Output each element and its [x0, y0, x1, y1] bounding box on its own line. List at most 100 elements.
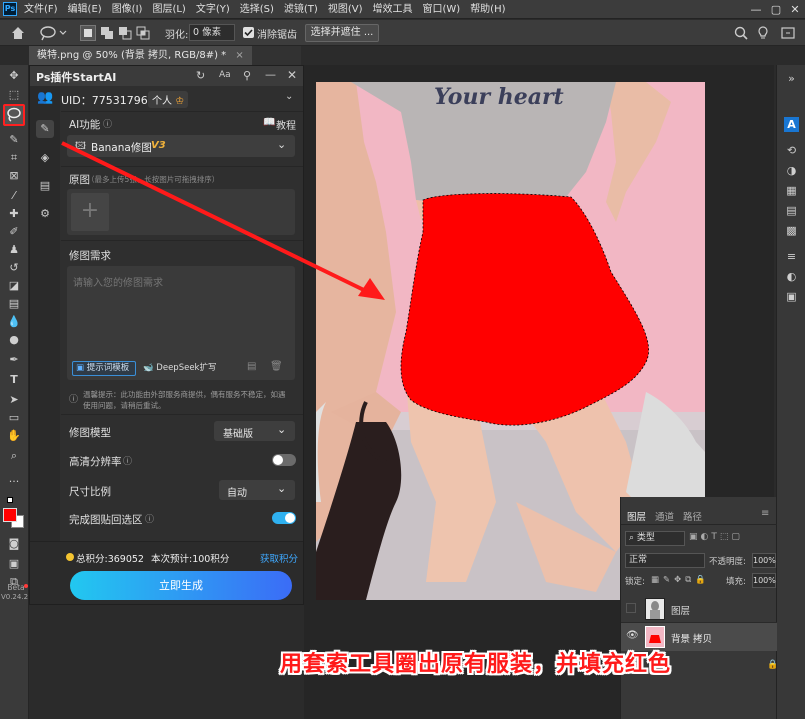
user-dropdown-icon[interactable]: ⌄ [285, 91, 293, 102]
libraries-panel-icon[interactable]: ▣ [784, 289, 799, 304]
info-icon[interactable]: ⓘ [123, 454, 132, 467]
more-tools-icon[interactable]: ··· [5, 473, 23, 491]
discover-icon[interactable] [756, 25, 770, 41]
trash-icon[interactable]: 🗑 [270, 361, 283, 372]
hd-resolution-toggle[interactable] [272, 454, 296, 466]
info-icon[interactable]: ⓘ [103, 117, 112, 130]
move-tool-icon[interactable]: ✥ [5, 67, 23, 85]
quick-select-icon[interactable]: ✎ [5, 131, 23, 149]
antialias-checkbox[interactable] [243, 27, 254, 38]
paste-back-toggle[interactable] [272, 512, 296, 524]
tab-layers[interactable]: 图层 [627, 509, 646, 523]
eyedropper-icon[interactable]: ⁄ [5, 187, 23, 205]
stamp-tool-icon[interactable]: ♟ [5, 241, 23, 259]
menu-edit[interactable]: 编辑(E) [68, 0, 102, 19]
patterns-panel-icon[interactable]: ▩ [784, 223, 799, 238]
path-select-icon[interactable]: ➤ [5, 391, 23, 409]
layers-nav-icon[interactable]: ◈ [36, 149, 54, 167]
minimize-panel-icon[interactable]: — [265, 68, 276, 81]
minimize-button[interactable]: — [747, 0, 765, 19]
layer-filter-icons[interactable]: ▣◐T⬚▢ [689, 532, 773, 545]
info-icon[interactable]: ⓘ [145, 512, 154, 525]
menu-type[interactable]: 文字(Y) [196, 0, 230, 19]
menu-window[interactable]: 窗口(W) [422, 0, 460, 19]
generate-button[interactable]: 立即生成 [70, 571, 292, 600]
add-image-button[interactable]: + [71, 193, 109, 231]
intersect-selection-icon[interactable] [136, 26, 150, 40]
lock-icons[interactable]: ▦✎✥⧉🔒 [651, 575, 710, 585]
edit-nav-icon[interactable]: ✎ [36, 120, 54, 138]
document-nav-icon[interactable]: ▤ [36, 177, 54, 195]
gradient-tool-icon[interactable]: ▤ [5, 295, 23, 313]
adjustments-panel-icon[interactable]: ◐ [784, 269, 799, 284]
swatches-panel-icon[interactable]: ▦ [784, 183, 799, 198]
add-selection-icon[interactable] [100, 26, 114, 40]
menu-file[interactable]: 文件(F) [24, 0, 58, 19]
font-size-icon[interactable]: Aa [219, 70, 231, 80]
lasso-tool-icon[interactable] [3, 104, 25, 126]
pin-icon[interactable]: ⚲ [243, 69, 251, 82]
close-window-button[interactable]: ✕ [786, 0, 804, 19]
menu-layer[interactable]: 图层(L) [152, 0, 185, 19]
startai-plugin-icon[interactable]: A [784, 117, 799, 132]
menu-view[interactable]: 视图(V) [328, 0, 363, 19]
menu-plugins[interactable]: 增效工具 [372, 0, 412, 19]
get-points-link[interactable]: 获取积分 [260, 551, 298, 565]
layer-row[interactable]: 图层 [621, 595, 777, 623]
menu-filter[interactable]: 滤镜(T) [284, 0, 318, 19]
eraser-tool-icon[interactable]: ◪ [5, 277, 23, 295]
history-icon[interactable]: ▤ [247, 361, 256, 372]
frame-tool-icon[interactable]: ⊠ [5, 167, 23, 185]
maximize-button[interactable]: ▢ [767, 0, 785, 19]
fill-input[interactable]: 100% [752, 573, 776, 588]
deepseek-button[interactable]: 🐋 DeepSeek扩写 [143, 361, 216, 376]
dodge-tool-icon[interactable]: ● [5, 331, 23, 349]
home-icon[interactable] [10, 25, 26, 41]
gradients-panel-icon[interactable]: ▤ [784, 203, 799, 218]
pen-tool-icon[interactable]: ✒ [5, 351, 23, 369]
collapse-panels-icon[interactable]: » [784, 71, 799, 86]
menu-image[interactable]: 图像(I) [112, 0, 143, 19]
lasso-preset-icon[interactable] [38, 25, 68, 41]
type-tool-icon[interactable]: T [5, 371, 23, 389]
menu-help[interactable]: 帮助(H) [470, 0, 505, 19]
edit-model-dropdown[interactable]: 基础版 ⌄ [214, 421, 295, 441]
zoom-tool-icon[interactable]: ⌕ [5, 447, 23, 465]
account-badge[interactable]: 个人 ♔ [148, 91, 189, 108]
menu-select[interactable]: 选择(S) [240, 0, 274, 19]
brush-tool-icon[interactable]: ✐ [5, 223, 23, 241]
hand-tool-icon[interactable]: ✋ [5, 427, 23, 445]
subtract-selection-icon[interactable] [118, 26, 132, 40]
tab-paths[interactable]: 路径 [683, 509, 702, 523]
rectangle-tool-icon[interactable]: ▭ [5, 409, 23, 427]
eye-icon[interactable]: 👁 [626, 630, 639, 641]
aspect-ratio-dropdown[interactable]: 自动 ⌄ [219, 480, 295, 500]
marquee-tool-icon[interactable]: ⬚ [5, 86, 23, 104]
visibility-toggle-off[interactable] [626, 603, 636, 613]
quick-mask-icon[interactable]: ◙ [5, 535, 23, 553]
properties-panel-icon[interactable]: ≡ [784, 249, 799, 264]
healing-brush-icon[interactable]: ✚ [5, 205, 23, 223]
select-and-mask-button[interactable]: 选择并遮住 ... [305, 24, 379, 42]
new-selection-icon[interactable] [80, 25, 96, 41]
panel-menu-icon[interactable]: ≡ [761, 508, 769, 519]
history-panel-icon[interactable]: ⟲ [784, 143, 799, 158]
blend-mode-dropdown[interactable]: 正常 [625, 553, 705, 568]
share-icon[interactable] [780, 25, 796, 41]
history-brush-icon[interactable]: ↺ [5, 259, 23, 277]
opacity-input[interactable]: 100% [752, 553, 776, 568]
document-tab[interactable]: 模特.png @ 50% (背景 拷贝, RGB/8#) * × [29, 46, 252, 65]
tutorial-link[interactable]: 教程 [276, 117, 296, 132]
screen-mode-icon[interactable]: ▣ [5, 555, 23, 573]
close-tab-icon[interactable]: × [235, 50, 243, 61]
ai-function-dropdown[interactable]: 🖾 Banana修图 V3 ⌄ [67, 135, 295, 157]
layer-filter-dropdown[interactable]: ⌕ 类型 [625, 531, 685, 546]
feather-input[interactable]: 0 像素 [189, 24, 235, 41]
blur-tool-icon[interactable]: 💧 [5, 313, 23, 331]
prompt-template-button[interactable]: ▣ 提示词模板 [72, 361, 136, 376]
tab-channels[interactable]: 通道 [655, 509, 674, 523]
search-icon[interactable] [734, 26, 748, 40]
color-panel-icon[interactable]: ◑ [784, 163, 799, 178]
settings-nav-icon[interactable]: ⚙ [36, 205, 54, 223]
edit-request-input[interactable] [67, 266, 295, 350]
